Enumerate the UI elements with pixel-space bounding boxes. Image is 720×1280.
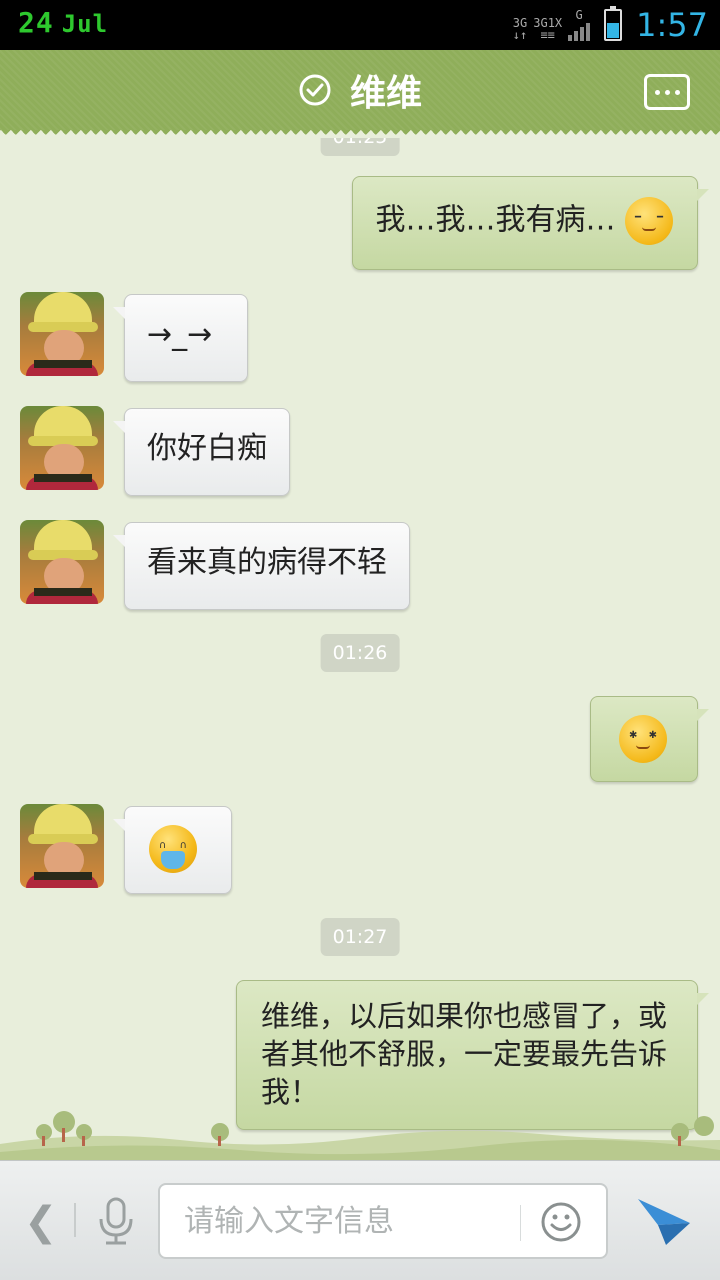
status-date: 24 Jul bbox=[18, 6, 108, 39]
avatar[interactable] bbox=[20, 292, 104, 376]
message-text: 维维，以后如果你也感冒了，或者其他不舒服，一定要最先告诉我！ bbox=[261, 999, 668, 1109]
verified-check-icon bbox=[299, 74, 331, 106]
send-paper-plane-icon[interactable] bbox=[636, 1195, 692, 1247]
network-g-icon: G bbox=[568, 9, 591, 41]
avatar[interactable] bbox=[20, 520, 104, 604]
more-options-button[interactable] bbox=[644, 74, 690, 110]
chat-messages[interactable]: 01:25 我…我…我有病… ━━ →_→ 你好白痴 看来真的病得不轻 01:2… bbox=[0, 138, 720, 1160]
message-in[interactable]: 看来真的病得不轻 bbox=[113, 522, 410, 610]
dot-icon bbox=[674, 89, 680, 95]
chat-header: 维维 bbox=[0, 50, 720, 130]
timestamp: 01:25 bbox=[320, 138, 400, 156]
microphone-icon[interactable] bbox=[96, 1197, 136, 1245]
network-icons: 3G ↓↑ 3G1X ≡≡ G bbox=[512, 9, 591, 42]
message-text: 看来真的病得不轻 bbox=[147, 545, 387, 580]
timestamp: 01:27 bbox=[320, 918, 400, 956]
header-zigzag-edge bbox=[0, 130, 720, 138]
message-out[interactable]: 我…我…我有病… ━ ━ bbox=[352, 176, 709, 270]
timestamp: 01:26 bbox=[320, 634, 400, 672]
landscape-decoration bbox=[0, 1111, 720, 1162]
status-bar: 24 Jul 3G ↓↑ 3G1X ≡≡ G 1:57 bbox=[0, 0, 720, 50]
avatar[interactable] bbox=[20, 406, 104, 490]
vomit-face-emoji-icon: ∩ ∩ bbox=[149, 825, 197, 873]
network-3g1x-icon: 3G1X ≡≡ bbox=[533, 16, 563, 42]
dizzy-face-emoji-icon: ✱ ✱ bbox=[619, 715, 667, 763]
smug-face-emoji-icon: ━ ━ bbox=[625, 197, 673, 245]
network-3g-icon: 3G ↓↑ bbox=[512, 16, 528, 42]
input-bar: ❮ bbox=[0, 1160, 720, 1280]
status-day: 24 bbox=[18, 6, 54, 39]
message-text: →_→ bbox=[147, 317, 213, 352]
battery-icon bbox=[604, 6, 623, 41]
message-text-field[interactable] bbox=[184, 1203, 504, 1239]
status-month: Jul bbox=[61, 10, 109, 38]
message-in[interactable]: →_→ bbox=[113, 294, 248, 382]
divider bbox=[520, 1205, 521, 1241]
message-text: 我…我…我有病… bbox=[375, 202, 616, 238]
status-time: 1:57 bbox=[636, 6, 708, 44]
dot-icon bbox=[654, 89, 660, 95]
avatar[interactable] bbox=[20, 804, 104, 888]
smiley-face-icon[interactable] bbox=[540, 1201, 582, 1243]
dot-icon bbox=[664, 89, 670, 95]
divider bbox=[74, 1203, 76, 1237]
message-input[interactable] bbox=[158, 1183, 608, 1259]
message-in[interactable]: 你好白痴 bbox=[113, 408, 290, 496]
message-out[interactable]: ✱ ✱ bbox=[590, 696, 709, 782]
chat-title: 维维 bbox=[349, 73, 422, 114]
chevron-left-icon[interactable]: ❮ bbox=[24, 1199, 58, 1245]
message-text: 你好白痴 bbox=[147, 431, 267, 466]
message-in[interactable]: ∩ ∩ bbox=[113, 806, 232, 894]
